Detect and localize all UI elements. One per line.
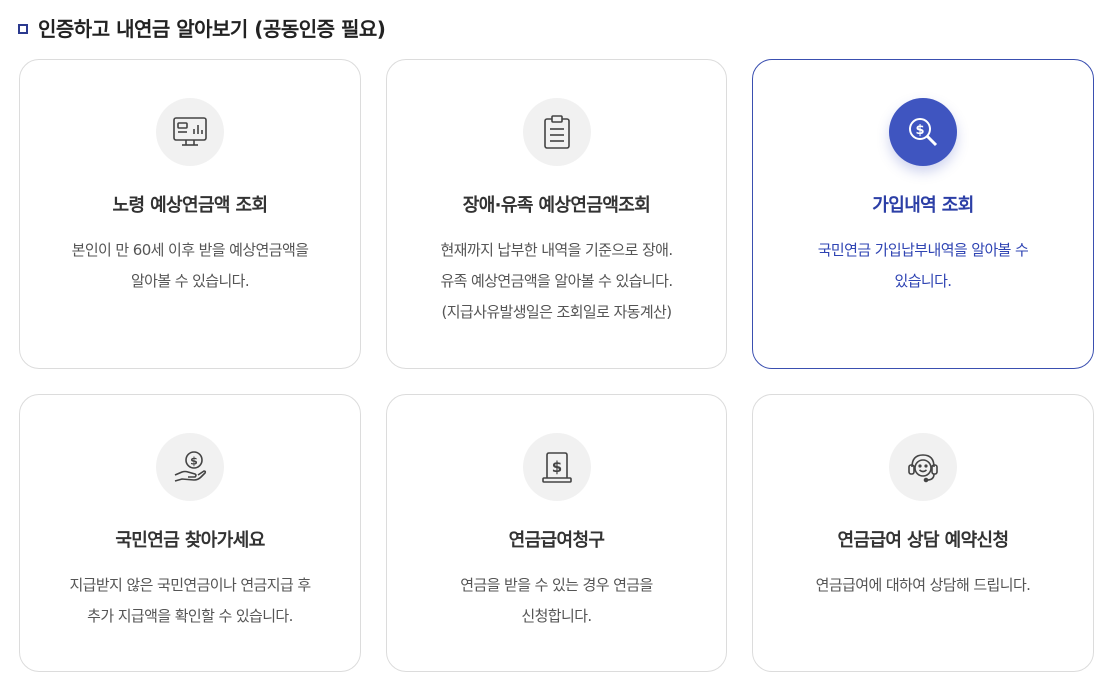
card-find-pension[interactable]: $ 국민연금 찾아가세요 지급받지 않은 국민연금이나 연금지급 후 추가 지급… <box>19 394 361 672</box>
card-description: 지급받지 않은 국민연금이나 연금지급 후 추가 지급액을 확인할 수 있습니다… <box>69 576 311 625</box>
search-dollar-icon: $ <box>889 98 957 166</box>
card-title: 노령 예상연금액 조회 <box>112 195 269 216</box>
card-title: 연금급여청구 <box>508 530 605 551</box>
clipboard-icon <box>522 98 591 166</box>
card-description: 본인이 만 60세 이후 받을 예상연금액을 알아볼 수 있습니다. <box>71 241 309 290</box>
card-pension-benefit-claim[interactable]: $ 연금급여청구 연금을 받을 수 있는 경우 연금을 신청합니다. <box>386 394 727 672</box>
card-title: 장애·유족 예상연금액조회 <box>462 195 651 216</box>
svg-text:$: $ <box>551 458 561 476</box>
svg-text:$: $ <box>190 455 198 468</box>
section-title: 인증하고 내연금 알아보기 (공동인증 필요) <box>38 17 386 41</box>
card-description: 국민연금 가입납부내역을 알아볼 수 있습니다. <box>817 241 1029 290</box>
card-title: 가입내역 조회 <box>872 195 974 216</box>
card-description: 연금을 받을 수 있는 경우 연금을 신청합니다. <box>460 576 653 625</box>
card-consultation-reservation[interactable]: 연금급여 상담 예약신청 연금급여에 대하여 상담해 드립니다. <box>752 394 1094 672</box>
card-description: 연금급여에 대하여 상담해 드립니다. <box>815 576 1031 594</box>
page: 인증하고 내연금 알아보기 (공동인증 필요) 노령 예상연금액 조회 본인이 … <box>0 0 1105 693</box>
hand-coin-icon: $ <box>156 433 224 501</box>
card-title: 연금급여 상담 예약신청 <box>837 530 1010 551</box>
svg-text:$: $ <box>915 123 924 138</box>
section-header: 인증하고 내연금 알아보기 (공동인증 필요) <box>18 13 386 42</box>
card-description: 현재까지 납부한 내역을 기준으로 장애. 유족 예상연금액을 알아볼 수 있습… <box>440 241 673 321</box>
card-old-age-pension-estimate[interactable]: 노령 예상연금액 조회 본인이 만 60세 이후 받을 예상연금액을 알아볼 수… <box>19 59 361 369</box>
dollar-document-icon: $ <box>522 433 591 501</box>
monitor-chart-icon <box>156 98 224 166</box>
square-bullet-icon <box>18 23 28 34</box>
card-subscription-history[interactable]: $ 가입내역 조회 국민연금 가입납부내역을 알아볼 수 있습니다. <box>752 59 1094 369</box>
card-grid: 노령 예상연금액 조회 본인이 만 60세 이후 받을 예상연금액을 알아볼 수… <box>19 59 1094 672</box>
headset-icon <box>889 433 957 501</box>
card-title: 국민연금 찾아가세요 <box>115 530 265 551</box>
card-disability-survivor-estimate[interactable]: 장애·유족 예상연금액조회 현재까지 납부한 내역을 기준으로 장애. 유족 예… <box>386 59 727 369</box>
